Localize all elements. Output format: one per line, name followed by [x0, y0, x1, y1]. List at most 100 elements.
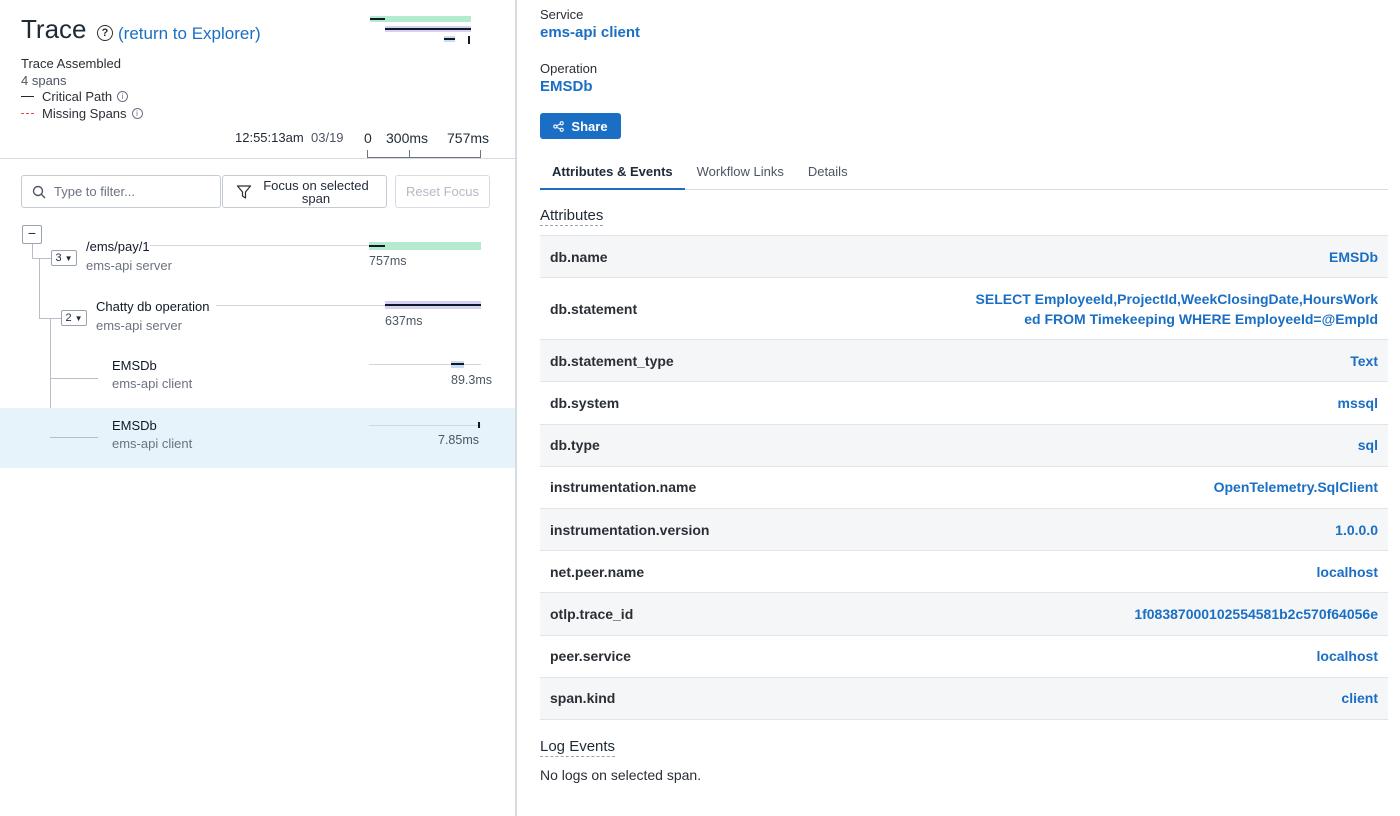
trace-minimap[interactable]	[368, 12, 478, 48]
span-track	[369, 364, 481, 365]
info-icon[interactable]: i	[131, 108, 143, 119]
legend-missing-spans-label: Missing Spans	[42, 106, 127, 121]
critical-path-segment	[369, 245, 385, 247]
attribute-key: db.type	[550, 437, 600, 454]
table-row: instrumentation.version 1.0.0.0	[540, 508, 1388, 552]
span-track	[369, 425, 481, 426]
table-row: peer.service localhost	[540, 636, 1388, 678]
child-count: 2	[65, 312, 72, 324]
info-icon[interactable]: i	[117, 91, 129, 102]
attribute-value[interactable]: 1f08387000102554581b2c570f64056e	[1134, 604, 1378, 624]
trace-assembled-label: Trace Assembled	[21, 56, 121, 71]
span-service: ems-api server	[86, 258, 172, 273]
chevron-down-icon: ▼	[64, 253, 73, 263]
return-to-explorer-link[interactable]: (return to Explorer)	[118, 24, 261, 44]
attribute-value[interactable]: SELECT EmployeeId,ProjectId,WeekClosingD…	[968, 289, 1378, 329]
trace-start-time: 12:55:13am	[235, 130, 304, 145]
operation-label: Operation	[540, 61, 598, 76]
log-events-heading: Log Events	[540, 738, 616, 757]
span-duration: 89.3ms	[451, 373, 492, 387]
span-service: ems-api server	[96, 318, 182, 333]
attribute-value[interactable]: localhost	[1317, 646, 1378, 666]
reset-focus-button[interactable]: Reset Focus	[395, 175, 490, 208]
timeline-axis	[367, 150, 481, 158]
table-row: db.system mssql	[540, 382, 1388, 425]
minimap-critical-root	[370, 18, 385, 20]
tab-workflow-links[interactable]: Workflow Links	[685, 160, 796, 190]
table-row: db.name EMSDb	[540, 236, 1388, 279]
axis-tick-label: 757ms	[447, 130, 490, 146]
table-row: instrumentation.name OpenTelemetry.SqlCl…	[540, 467, 1388, 509]
attribute-key: otlp.trace_id	[550, 605, 634, 622]
dashed-line-icon	[21, 113, 34, 114]
attribute-value[interactable]: Text	[1350, 351, 1378, 371]
attribute-key: instrumentation.name	[550, 479, 697, 496]
share-button[interactable]: Share	[540, 113, 621, 139]
attribute-value[interactable]: 1.0.0.0	[1335, 520, 1378, 540]
span-name: Chatty db operation	[96, 299, 210, 314]
axis-tick-label: 300ms	[386, 130, 429, 146]
span-name: /ems/pay/1	[86, 239, 150, 254]
search-icon	[32, 185, 46, 198]
attribute-value[interactable]: client	[1341, 688, 1378, 708]
expand-children-toggle[interactable]: 2 ▼	[61, 310, 87, 326]
attribute-key: peer.service	[550, 648, 631, 665]
focus-on-span-button[interactable]: Focus on selected span	[222, 175, 387, 208]
attribute-value[interactable]: mssql	[1338, 393, 1378, 413]
focus-on-span-label: Focus on selected span	[263, 177, 369, 206]
legend-critical-path-label: Critical Path	[42, 89, 113, 104]
table-row: net.peer.name localhost	[540, 551, 1388, 594]
operation-value[interactable]: EMSDb	[540, 78, 593, 95]
span-name: EMSDb	[112, 418, 157, 433]
panel-divider[interactable]	[515, 0, 517, 816]
span-row-emsdb-2[interactable]: EMSDb ems-api client 7.85ms	[0, 408, 515, 468]
attribute-value[interactable]: sql	[1358, 435, 1378, 455]
tab-details[interactable]: Details	[796, 160, 860, 190]
attribute-key: db.system	[550, 394, 620, 411]
span-row-root[interactable]: /ems/pay/1 ems-api server 757ms	[0, 228, 515, 288]
filter-field[interactable]	[21, 175, 221, 208]
critical-path-segment	[385, 304, 481, 306]
attribute-value[interactable]: OpenTelemetry.SqlClient	[1214, 477, 1378, 497]
header-divider	[0, 158, 515, 159]
table-row: db.statement SELECT EmployeeId,ProjectId…	[540, 278, 1388, 341]
attribute-key: db.statement	[550, 300, 638, 317]
chevron-down-icon: ▼	[74, 313, 83, 323]
trace-start-date: 03/19	[311, 130, 344, 145]
attribute-key: db.statement_type	[550, 352, 674, 369]
span-service: ems-api client	[112, 376, 193, 391]
attribute-key: instrumentation.version	[550, 521, 710, 538]
span-duration: 757ms	[369, 254, 407, 268]
table-row: db.statement_type Text	[540, 340, 1388, 383]
expand-children-toggle[interactable]: 3 ▼	[51, 250, 77, 266]
attribute-key: net.peer.name	[550, 563, 645, 580]
no-logs-message: No logs on selected span.	[540, 767, 702, 783]
help-icon[interactable]: ?	[97, 25, 113, 41]
attribute-key: db.name	[550, 248, 608, 265]
span-row-emsdb-1[interactable]: EMSDb ems-api client 89.3ms	[0, 348, 515, 408]
filter-icon	[236, 184, 252, 199]
service-label: Service	[540, 7, 584, 22]
tab-attributes-events[interactable]: Attributes & Events	[540, 160, 685, 190]
span-bar	[369, 242, 481, 250]
tree-connector	[50, 437, 98, 438]
span-duration: 637ms	[385, 314, 423, 328]
minimap-critical-chatty	[385, 28, 471, 30]
attribute-value[interactable]: localhost	[1317, 562, 1378, 582]
timeline-axis-tick	[409, 150, 410, 158]
attributes-heading: Attributes	[540, 207, 604, 226]
service-value[interactable]: ems-api client	[540, 24, 640, 41]
axis-tick-label: 0	[364, 130, 372, 146]
attribute-value[interactable]: EMSDb	[1329, 247, 1378, 267]
legend-critical-path: Critical Path i	[21, 89, 129, 104]
filter-input[interactable]	[54, 184, 204, 199]
table-row: span.kind client	[540, 677, 1388, 720]
span-count: 4 spans	[21, 73, 67, 88]
details-tabs: Attributes & Events Workflow Links Detai…	[540, 160, 1388, 190]
page-title: Trace	[21, 14, 87, 44]
solid-line-icon	[21, 96, 34, 97]
child-count: 3	[55, 252, 62, 264]
minimap-bar-emsdb-2	[468, 36, 470, 44]
span-bar	[478, 422, 480, 428]
table-row: otlp.trace_id 1f08387000102554581b2c570f…	[540, 593, 1388, 636]
